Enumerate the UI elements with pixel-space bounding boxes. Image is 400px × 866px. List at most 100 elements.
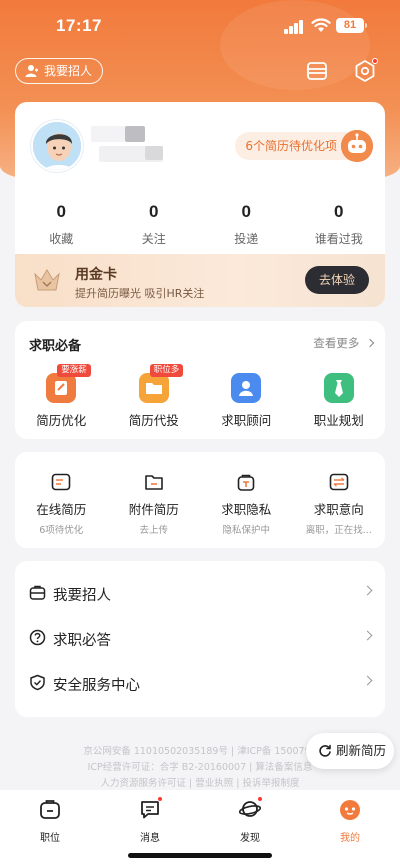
menu-list-card: 我要招人 求职必答 安全服务中心 bbox=[15, 561, 385, 717]
essential-label: 职业规划 bbox=[313, 413, 364, 428]
signal-icon bbox=[284, 20, 304, 34]
essential-career-advisor[interactable]: 求职顾问 bbox=[200, 373, 293, 429]
messages-notification-dot bbox=[157, 796, 163, 802]
scan-icon bbox=[307, 62, 327, 80]
section-title: 求职必备 bbox=[29, 339, 82, 354]
tab-label: 我的 bbox=[340, 833, 360, 844]
essential-resume-delivery[interactable]: 职位多 简历代投 bbox=[108, 364, 201, 429]
resume-optimize-label: 6个简历待优化项 bbox=[245, 139, 337, 153]
chevron-right-icon bbox=[365, 338, 375, 348]
tool-sublabel: 隐私保护中 bbox=[222, 525, 270, 536]
gold-card-banner[interactable]: 用金卡 提升简历曝光 吸引HR关注 去体验 bbox=[15, 254, 385, 307]
tool-sublabel: 6项待优化 bbox=[39, 525, 84, 536]
recruit-switch-label: 我要招人 bbox=[44, 64, 93, 78]
tab-me[interactable]: 我的 bbox=[320, 798, 380, 844]
tab-discover[interactable]: 发现 bbox=[220, 796, 280, 844]
battery-icon: 81 bbox=[336, 18, 367, 33]
assistant-robot-icon bbox=[341, 130, 373, 162]
see-more-link[interactable]: 查看更多 bbox=[313, 335, 375, 351]
essential-career-planning[interactable]: 职业规划 bbox=[293, 373, 386, 429]
refresh-icon bbox=[319, 744, 331, 757]
mascot-face-icon bbox=[340, 800, 360, 820]
menu-item-job-qa[interactable]: 求职必答 bbox=[15, 616, 385, 660]
chevron-right-icon bbox=[362, 630, 373, 641]
stat-favorites[interactable]: 0 收藏 bbox=[15, 202, 108, 246]
home-indicator bbox=[128, 853, 272, 858]
username-blur bbox=[91, 126, 125, 142]
chevron-right-icon bbox=[362, 585, 373, 596]
tool-sublabel: 离职，正在找... bbox=[305, 525, 372, 536]
menu-item-label: 安全服务中心 bbox=[53, 678, 140, 694]
essential-label: 求职顾问 bbox=[221, 413, 272, 428]
menu-item-safety-center[interactable]: 安全服务中心 bbox=[15, 661, 385, 705]
intention-icon bbox=[329, 472, 349, 492]
resume-edit-icon: 要涨薪 bbox=[46, 364, 91, 403]
job-essentials-card: 求职必备 查看更多 要涨薪 简历优化 职位多 简历代投 求职顾问 职业规划 bbox=[15, 321, 385, 439]
status-time: 17:17 bbox=[56, 16, 102, 35]
advisor-icon bbox=[231, 373, 262, 403]
stat-viewed-me[interactable]: 0 谁看过我 bbox=[293, 202, 386, 246]
tab-label: 发现 bbox=[240, 833, 260, 844]
discover-notification-dot bbox=[257, 796, 263, 802]
online-resume-icon bbox=[51, 472, 71, 492]
briefcase-icon bbox=[29, 585, 46, 600]
crown-icon bbox=[34, 269, 60, 291]
stat-following[interactable]: 0 关注 bbox=[108, 202, 201, 246]
stat-label: 收藏 bbox=[49, 232, 74, 246]
refresh-resume-button[interactable]: 刷新简历 bbox=[306, 733, 394, 769]
tie-icon bbox=[323, 373, 354, 403]
avatar[interactable] bbox=[31, 120, 83, 172]
privacy-lock-icon bbox=[236, 472, 256, 492]
stat-label: 谁看过我 bbox=[314, 232, 363, 246]
settings-button[interactable] bbox=[352, 58, 378, 84]
tool-label: 求职意向 bbox=[313, 502, 364, 517]
recruiter-icon bbox=[25, 65, 38, 77]
promo-tag: 职位多 bbox=[149, 364, 184, 377]
shield-icon bbox=[30, 674, 45, 691]
essential-label: 简历优化 bbox=[36, 413, 87, 428]
attachment-folder-icon bbox=[144, 472, 164, 492]
tab-jobs[interactable]: 职位 bbox=[20, 798, 80, 844]
avatar-illustration bbox=[33, 122, 81, 170]
resume-tools-grid: 在线简历 6项待优化 附件简历 去上传 求职隐私 隐私保护中 求职意向 离职，正… bbox=[15, 472, 385, 536]
tool-online-resume[interactable]: 在线简历 6项待优化 bbox=[15, 472, 108, 536]
profile-card: 6个简历待优化项 0 收藏 0 关注 0 投递 0 谁看过我 用金卡 提升简历曝… bbox=[15, 102, 385, 307]
tab-messages[interactable]: 消息 bbox=[120, 796, 180, 844]
briefcase-icon bbox=[40, 800, 60, 819]
try-gold-card-button[interactable]: 去体验 bbox=[305, 266, 369, 294]
menu-item-recruit[interactable]: 我要招人 bbox=[15, 571, 385, 615]
folder-icon: 职位多 bbox=[138, 364, 184, 403]
gold-card-subtitle: 提升简历曝光 吸引HR关注 bbox=[75, 287, 205, 300]
recruit-switch-button[interactable]: 我要招人 bbox=[15, 58, 104, 84]
stat-value: 0 bbox=[149, 202, 159, 221]
refresh-resume-label: 刷新简历 bbox=[336, 743, 387, 758]
tool-label: 求职隐私 bbox=[221, 502, 272, 517]
stat-value: 0 bbox=[241, 202, 251, 221]
promo-tag: 要涨薪 bbox=[57, 364, 91, 377]
stat-value: 0 bbox=[56, 202, 66, 221]
stat-applications[interactable]: 0 投递 bbox=[200, 202, 293, 246]
stat-value: 0 bbox=[334, 202, 344, 221]
tool-job-privacy[interactable]: 求职隐私 隐私保护中 bbox=[200, 472, 293, 536]
essentials-grid: 要涨薪 简历优化 职位多 简历代投 求职顾问 职业规划 bbox=[15, 364, 386, 429]
tool-job-intention[interactable]: 求职意向 离职，正在找... bbox=[293, 472, 386, 536]
resume-optimize-pill[interactable]: 6个简历待优化项 bbox=[235, 130, 373, 162]
essential-label: 简历代投 bbox=[128, 413, 179, 428]
essential-resume-optimize[interactable]: 要涨薪 简历优化 bbox=[15, 364, 108, 429]
tab-label: 消息 bbox=[140, 833, 160, 844]
stat-label: 关注 bbox=[141, 232, 166, 246]
scan-button[interactable] bbox=[304, 58, 330, 84]
tool-attachment-resume[interactable]: 附件简历 去上传 bbox=[108, 472, 201, 536]
chevron-right-icon bbox=[362, 675, 373, 686]
tool-label: 在线简历 bbox=[36, 502, 87, 517]
resume-tools-card: 在线简历 6项待优化 附件简历 去上传 求职隐私 隐私保护中 求职意向 离职，正… bbox=[15, 452, 385, 548]
wifi-icon bbox=[311, 18, 331, 32]
settings-notification-dot bbox=[372, 58, 378, 64]
stats-row: 0 收藏 0 关注 0 投递 0 谁看过我 bbox=[15, 202, 385, 246]
question-circle-icon bbox=[29, 629, 46, 646]
username-blur bbox=[145, 146, 163, 160]
menu-item-label: 求职必答 bbox=[53, 633, 111, 649]
tab-label: 职位 bbox=[40, 833, 60, 844]
tool-label: 附件简历 bbox=[128, 502, 179, 517]
gold-card-title: 用金卡 bbox=[75, 267, 117, 283]
